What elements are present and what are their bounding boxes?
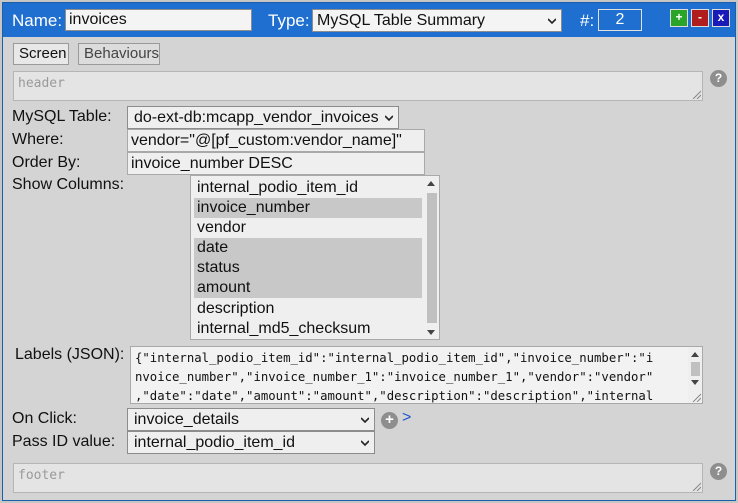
name-label: Name:: [12, 11, 63, 30]
on-click-label: On Click:: [12, 410, 77, 427]
footer-help-icon[interactable]: ?: [710, 463, 727, 480]
columns-scrollbar[interactable]: [424, 176, 439, 339]
scroll-up-arrow-icon[interactable]: [691, 351, 699, 357]
labels-json-line: {"internal_podio_item_id":"internal_podi…: [135, 351, 654, 365]
mysql-table-select[interactable]: do-ext-db:mcapp_vendor_invoices: [127, 106, 399, 129]
chevron-down-icon: [385, 115, 393, 122]
order-by-input[interactable]: invoice_number DESC: [127, 152, 425, 175]
screen-editor-panel: Name: invoices Type: MySQL Table Summary…: [2, 2, 736, 501]
labels-json-line: ,"date":"date","amount":"amount","descri…: [135, 389, 654, 403]
tab-screen[interactable]: Screen: [13, 43, 69, 65]
columns-scrollbar-thumb[interactable]: [427, 193, 437, 323]
where-input[interactable]: vendor="@[pf_custom:vendor_name]": [127, 129, 425, 152]
remove-button[interactable]: -: [691, 9, 709, 27]
on-click-value: invoice_details: [134, 411, 239, 428]
header-textarea[interactable]: header: [13, 71, 703, 101]
go-to-screen-link[interactable]: >: [402, 409, 411, 427]
pass-id-value: internal_podio_item_id: [134, 434, 295, 451]
where-label: Where:: [12, 131, 64, 148]
name-input[interactable]: invoices: [65, 9, 252, 31]
column-option-date[interactable]: date: [194, 238, 422, 258]
pass-id-select[interactable]: internal_podio_item_id: [127, 431, 375, 454]
title-bar: Name: invoices Type: MySQL Table Summary…: [3, 3, 735, 37]
scroll-up-arrow-icon[interactable]: [427, 180, 435, 186]
resize-grip-icon[interactable]: [692, 482, 701, 491]
footer-placeholder: footer: [18, 468, 65, 483]
labels-json-textarea[interactable]: {"internal_podio_item_id":"internal_podi…: [130, 346, 703, 404]
labels-json-label: Labels (JSON):: [15, 346, 125, 363]
show-columns-label: Show Columns:: [12, 176, 125, 193]
add-screen-icon[interactable]: +: [381, 412, 398, 429]
chevron-down-icon: [361, 440, 369, 447]
scroll-down-arrow-icon[interactable]: [691, 380, 699, 386]
chevron-down-icon: [548, 18, 556, 25]
column-option-internal-podio-item-id[interactable]: internal_podio_item_id: [194, 178, 422, 198]
tab-behaviours[interactable]: Behaviours: [78, 43, 160, 65]
column-option-description[interactable]: description: [194, 299, 422, 319]
column-option-status[interactable]: status: [194, 258, 422, 278]
column-option-internal-md5-checksum[interactable]: internal_md5_checksum: [194, 319, 422, 339]
labels-json-line: nvoice_number","invoice_number_1":"invoi…: [135, 370, 654, 384]
close-button[interactable]: x: [712, 9, 730, 27]
pass-id-label: Pass ID value:: [12, 433, 116, 450]
mysql-table-value: do-ext-db:mcapp_vendor_invoices: [134, 109, 379, 126]
type-select-value: MySQL Table Summary: [317, 12, 486, 29]
type-label: Type:: [268, 11, 310, 30]
column-option-invoice-number[interactable]: invoice_number: [194, 198, 422, 218]
number-label: #:: [580, 11, 595, 30]
header-placeholder: header: [18, 76, 65, 91]
footer-textarea[interactable]: footer: [13, 463, 703, 493]
column-option-amount[interactable]: amount: [194, 278, 422, 298]
scroll-down-arrow-icon[interactable]: [427, 330, 435, 336]
order-by-label: Order By:: [12, 154, 81, 171]
show-columns-listbox[interactable]: internal_podio_item_id invoice_number ve…: [190, 175, 440, 340]
resize-grip-icon[interactable]: [692, 393, 701, 402]
column-option-vendor[interactable]: vendor: [194, 218, 422, 238]
resize-grip-icon[interactable]: [692, 90, 701, 99]
chevron-down-icon: [361, 417, 369, 424]
add-button[interactable]: +: [670, 9, 688, 27]
number-input[interactable]: 2: [598, 9, 642, 31]
labels-scrollbar-thumb[interactable]: [691, 362, 700, 376]
on-click-select[interactable]: invoice_details: [127, 408, 375, 431]
header-help-icon[interactable]: ?: [710, 70, 727, 87]
mysql-table-label: MySQL Table:: [12, 108, 112, 125]
type-select[interactable]: MySQL Table Summary: [312, 9, 562, 32]
